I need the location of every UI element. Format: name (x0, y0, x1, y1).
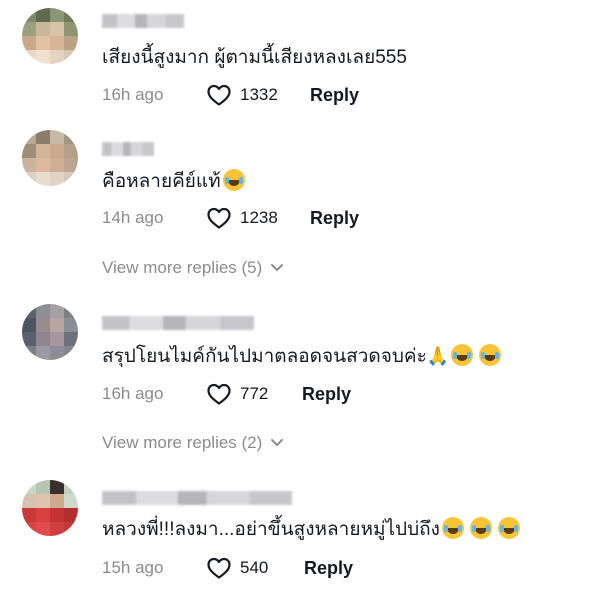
tears-of-joy-emoji (441, 517, 464, 539)
reply-button[interactable]: Reply (302, 384, 351, 405)
avatar[interactable] (22, 480, 78, 536)
comment-text: เสียงนี้สูงมาก ผู้ตามนี้เสียงหลงเลย555 (102, 47, 407, 68)
comment-meta: 15h ago 540 Reply (102, 556, 353, 580)
tears-of-joy-emoji (479, 344, 502, 366)
comment-meta: 16h ago 1332 Reply (102, 83, 359, 107)
reply-button[interactable]: Reply (310, 208, 359, 229)
heart-outline-icon (207, 84, 231, 106)
comment-time: 15h ago (102, 558, 164, 577)
comment-text: หลวงพี่!!!ลงมา...อย่าขึ้นสูงหลายหมู่ไปบ่… (102, 517, 520, 542)
like-button[interactable]: 772 (206, 382, 302, 406)
tears-of-joy-emoji (469, 517, 492, 539)
avatar[interactable] (22, 130, 78, 186)
chevron-down-icon (271, 439, 284, 447)
view-more-label: View more replies (2) (102, 433, 263, 452)
like-button[interactable]: 1332 (206, 83, 310, 107)
heart-outline-icon (207, 557, 231, 579)
view-more-replies[interactable]: View more replies (2) (102, 433, 284, 453)
comment-text: คือหลายคีย์แท้ (102, 169, 245, 194)
comment-time: 16h ago (102, 85, 164, 104)
like-button[interactable]: 540 (206, 556, 304, 580)
like-count: 772 (240, 384, 269, 403)
comment-meta: 16h ago 772 Reply (102, 382, 351, 406)
tears-of-joy-emoji (451, 344, 474, 366)
username-blurred[interactable] (102, 316, 254, 330)
like-count: 540 (240, 558, 269, 577)
username-blurred[interactable] (102, 142, 154, 156)
chevron-down-icon (271, 264, 284, 272)
comment-text: สรุปโยนไมค์กันไปมาตลอดจนสวดจบค่ะ🙏 (102, 344, 502, 369)
comment-meta: 14h ago 1238 Reply (102, 206, 359, 230)
avatar[interactable] (22, 304, 78, 360)
comment-time: 14h ago (102, 208, 164, 227)
reply-button[interactable]: Reply (304, 558, 353, 579)
heart-outline-icon (207, 207, 231, 229)
tears-of-joy-emoji (222, 169, 245, 191)
view-more-label: View more replies (5) (102, 258, 263, 277)
view-more-replies[interactable]: View more replies (5) (102, 258, 284, 278)
heart-outline-icon (207, 383, 231, 405)
comment-time: 16h ago (102, 384, 164, 403)
like-button[interactable]: 1238 (206, 206, 310, 230)
reply-button[interactable]: Reply (310, 85, 359, 106)
avatar[interactable] (22, 8, 78, 64)
folded-hands-emoji: 🙏 (426, 346, 450, 366)
like-count: 1332 (240, 85, 278, 104)
tears-of-joy-emoji (497, 517, 520, 539)
username-blurred[interactable] (102, 491, 292, 505)
username-blurred[interactable] (102, 14, 184, 28)
like-count: 1238 (240, 208, 278, 227)
